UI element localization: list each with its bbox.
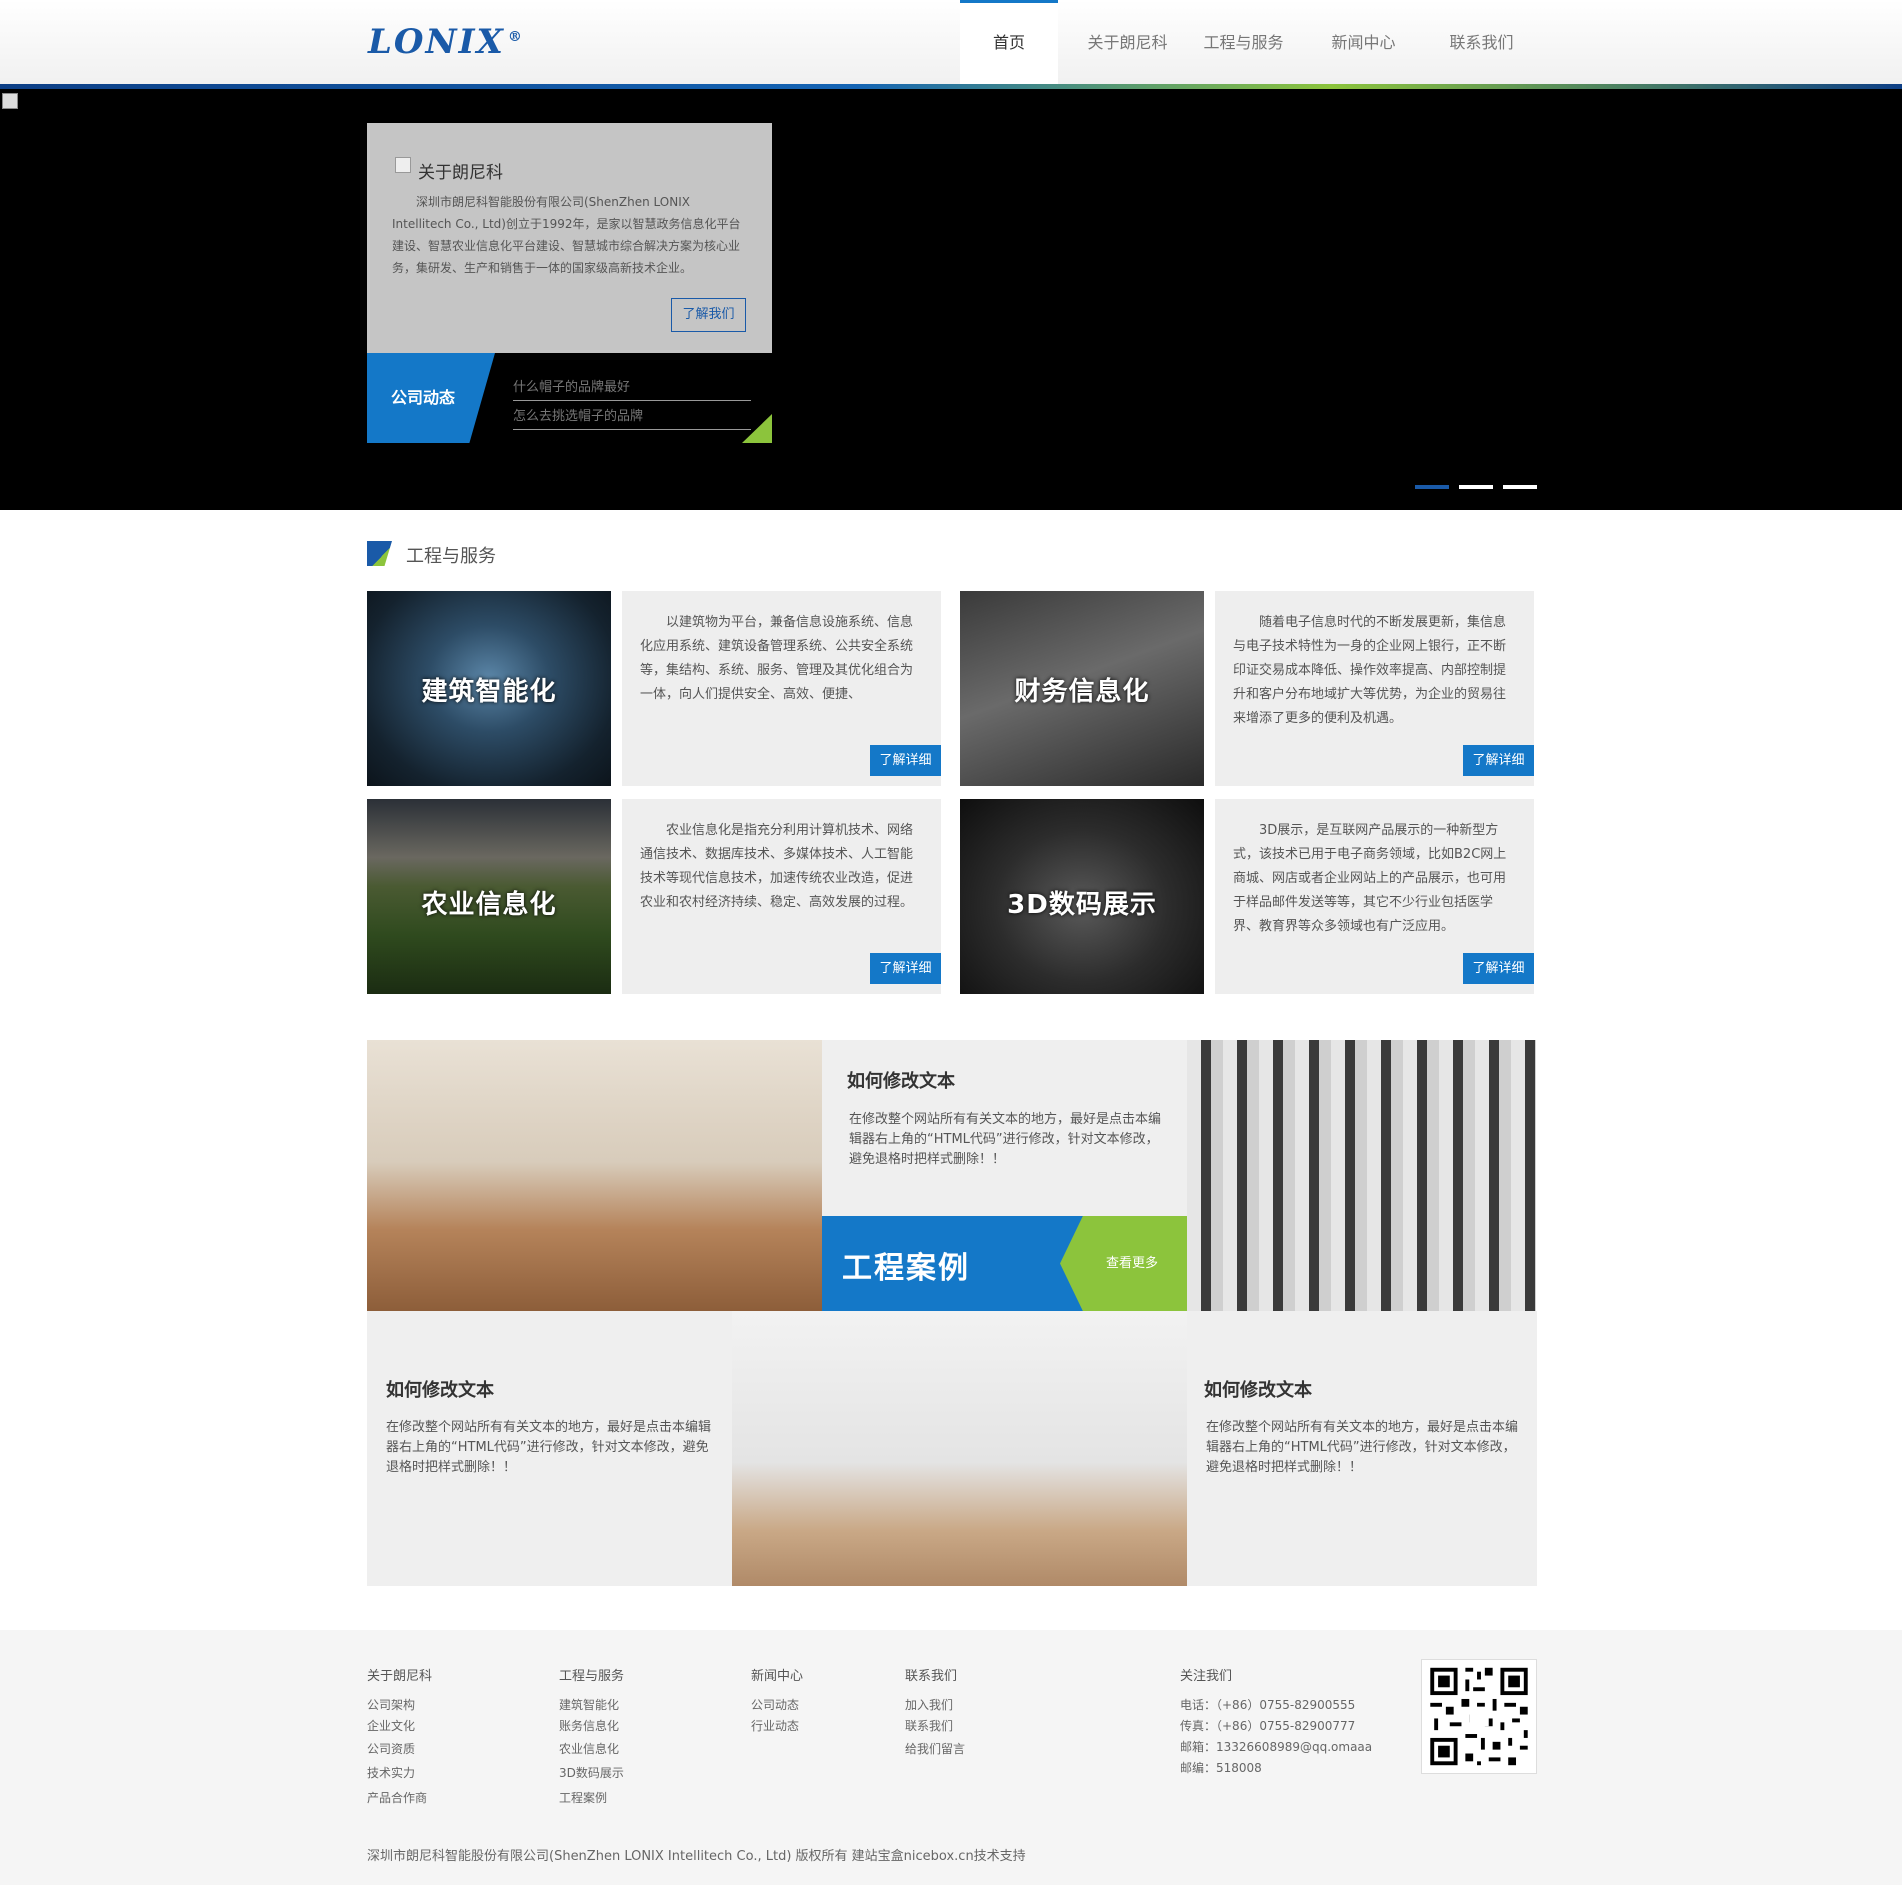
section-icon [367, 541, 392, 566]
service-card: 3D展示，是互联网产品展示的一种新型方式，该技术已用于电子商务领域，比如B2C网… [1215, 799, 1534, 994]
about-text: 深圳市朗尼科智能股份有限公司(ShenZhen LONIX Intellitec… [392, 195, 741, 275]
news-item[interactable]: 怎么去挑选帽子的品牌 [513, 405, 751, 430]
logo[interactable]: LONIX ® [368, 22, 524, 62]
footer-link[interactable]: 行业动态 [751, 1717, 799, 1734]
footer-link[interactable]: 加入我们 [905, 1696, 953, 1713]
nav-about[interactable]: 关于朗尼科 [1075, 0, 1180, 86]
case-text: 在修改整个网站所有有关文本的地方，最好是点击本编辑器右上角的“HTML代码”进行… [1206, 1420, 1519, 1475]
service-card: 农业信息化是指充分利用计算机技术、网络通信技术、数据库技术、多媒体技术、人工智能… [622, 799, 941, 994]
footer-col-title[interactable]: 工程与服务 [559, 1665, 624, 1684]
service-text: 农业信息化是指充分利用计算机技术、网络通信技术、数据库技术、多媒体技术、人工智能… [640, 823, 914, 910]
section-title: 工程与服务 [406, 546, 496, 567]
follow-us-title: 关注我们 [1180, 1669, 1233, 1684]
service-image-building[interactable]: 建筑智能化 [367, 591, 611, 786]
view-more-button[interactable]: 查看更多 [1060, 1216, 1187, 1311]
header [0, 0, 1902, 86]
copyright: 深圳市朗尼科智能股份有限公司(ShenZhen LONIX Intellitec… [367, 1849, 1026, 1864]
contact-fax: 传真：（+86）0755-82900777 [1180, 1719, 1356, 1733]
service-card: 随着电子信息时代的不断发展更新，集信息与电子技术特性为一身的企业网上银行，正不断… [1215, 591, 1534, 786]
case-title[interactable]: 如何修改文本 [386, 1376, 494, 1402]
slider-dot-2[interactable] [1459, 485, 1493, 489]
footer-link[interactable]: 工程案例 [559, 1789, 607, 1806]
footer-link[interactable]: 公司动态 [751, 1696, 799, 1713]
slider-dot-3[interactable] [1503, 485, 1537, 489]
service-image-label: 建筑智能化 [421, 677, 557, 707]
nav-news[interactable]: 新闻中心 [1316, 0, 1411, 86]
footer-link[interactable]: 产品合作商 [367, 1789, 427, 1806]
service-text: 随着电子信息时代的不断发展更新，集信息与电子技术特性为一身的企业网上银行，正不断… [1233, 615, 1507, 726]
slider-dot-1[interactable] [1415, 485, 1449, 489]
details-button[interactable]: 了解详细 [870, 953, 941, 984]
footer-link[interactable]: 给我们留言 [905, 1740, 965, 1757]
service-image-finance[interactable]: 财务信息化 [960, 591, 1204, 786]
footer-link[interactable]: 3D数码展示 [559, 1764, 624, 1781]
footer-link[interactable]: 账务信息化 [559, 1717, 619, 1734]
case-title[interactable]: 如何修改文本 [847, 1067, 955, 1093]
footer-link[interactable]: 农业信息化 [559, 1740, 619, 1757]
about-title: 关于朗尼科 [418, 163, 503, 183]
service-card: 以建筑物为平台，兼备信息设施系统、信息化应用系统、建筑设备管理系统、公共安全系统… [622, 591, 941, 786]
service-image-label: 农业信息化 [421, 890, 557, 920]
details-button[interactable]: 了解详细 [1463, 745, 1534, 776]
qr-code [1421, 1659, 1537, 1774]
service-image-agriculture[interactable]: 农业信息化 [367, 799, 611, 994]
case-text: 在修改整个网站所有有关文本的地方，最好是点击本编辑器右上角的“HTML代码”进行… [386, 1420, 712, 1475]
nav-home[interactable]: 首页 [960, 0, 1058, 86]
case-image-bedroom[interactable] [732, 1311, 1187, 1586]
news-item[interactable]: 什么帽子的品牌最好 [513, 376, 751, 401]
footer-col-title[interactable]: 联系我们 [905, 1665, 957, 1684]
details-button[interactable]: 了解详细 [870, 745, 941, 776]
contact-zip: 邮编：518008 [1180, 1761, 1262, 1775]
service-image-3d[interactable]: 3D数码展示 [960, 799, 1204, 994]
contact-email: 邮箱：13326608989@qq.omaaa [1180, 1740, 1373, 1754]
footer-link[interactable]: 企业文化 [367, 1717, 415, 1734]
footer-link[interactable]: 公司架构 [367, 1696, 415, 1713]
nav-contact[interactable]: 联系我们 [1434, 0, 1529, 86]
service-image-label: 财务信息化 [1014, 677, 1150, 707]
service-image-label: 3D数码展示 [1007, 890, 1157, 920]
case-title[interactable]: 如何修改文本 [1204, 1376, 1312, 1402]
footer-col-title[interactable]: 新闻中心 [751, 1665, 803, 1684]
footer-link[interactable]: 公司资质 [367, 1740, 415, 1757]
service-text: 以建筑物为平台，兼备信息设施系统、信息化应用系统、建筑设备管理系统、公共安全系统… [640, 615, 914, 702]
broken-image-icon [395, 157, 411, 173]
nav-services[interactable]: 工程与服务 [1196, 0, 1291, 86]
details-button[interactable]: 了解详细 [1463, 953, 1534, 984]
contact-phone: 电话：（+86）0755-82900555 [1180, 1698, 1356, 1712]
hero-banner [0, 89, 1902, 510]
case-image-dining-room[interactable] [1187, 1040, 1536, 1311]
about-us-button[interactable]: 了解我们 [671, 298, 746, 332]
cases-label: 工程案例 [842, 1251, 970, 1286]
footer-link[interactable]: 联系我们 [905, 1717, 953, 1734]
footer-col-title[interactable]: 关于朗尼科 [367, 1665, 432, 1684]
case-image-living-room[interactable] [367, 1040, 822, 1311]
footer-link[interactable]: 建筑智能化 [559, 1696, 619, 1713]
case-text: 在修改整个网站所有有关文本的地方，最好是点击本编辑器右上角的“HTML代码”进行… [849, 1112, 1162, 1167]
broken-image-icon [2, 93, 18, 109]
footer-link[interactable]: 技术实力 [367, 1764, 415, 1781]
service-text: 3D展示，是互联网产品展示的一种新型方式，该技术已用于电子商务领域，比如B2C网… [1233, 823, 1507, 934]
